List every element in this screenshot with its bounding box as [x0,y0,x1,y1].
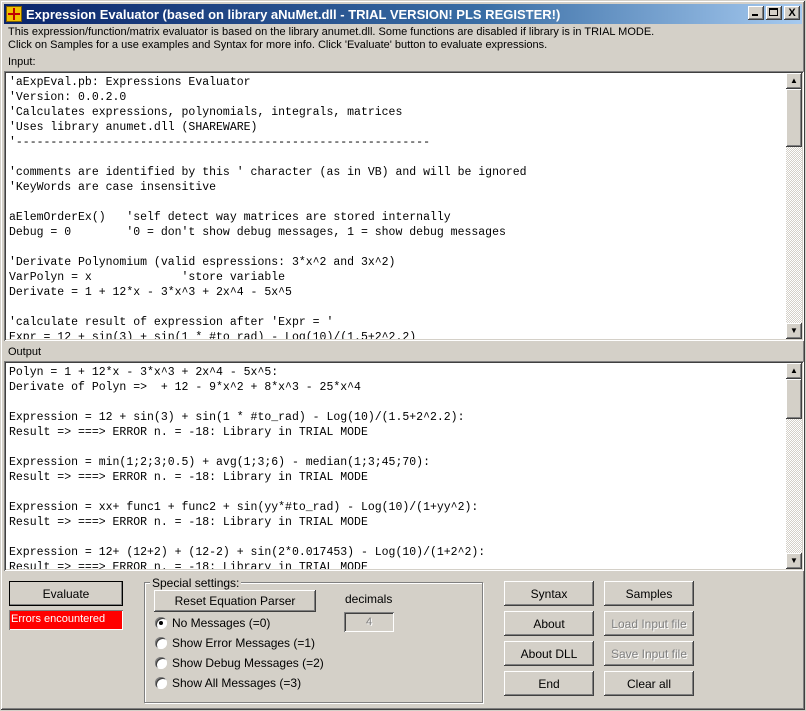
text-line: VarPolyn = x 'store variable [9,271,286,284]
text-line: Derivate of Polyn => + 12 - 9*x^2 + 8*x^… [9,381,361,394]
text-line: 'Version: 0.0.2.0 [9,91,127,104]
clear-all-button[interactable]: Clear all [604,671,694,696]
radio-icon[interactable] [155,677,167,689]
text-line: Result => ===> ERROR n. = -18: Library i… [9,426,368,439]
text-line [9,530,784,545]
text-line [9,300,784,315]
output-textarea[interactable]: Polyn = 1 + 12*x - 3*x^3 + 2x^4 - 5x^5: D… [4,361,804,571]
scroll-up-arrow-icon[interactable]: ▲ [786,73,802,89]
maximize-icon [769,8,778,16]
info-text: This expression/function/matrix evaluato… [8,26,654,52]
title-buttons: X [746,6,800,20]
text-line: Expression = min(1;2;3;0.5) + avg(1;3;6)… [9,456,430,469]
evaluate-button[interactable]: Evaluate [9,581,123,606]
radio-all-messages[interactable]: Show All Messages (=3) [155,676,301,690]
scroll-down-arrow-icon[interactable]: ▼ [786,323,802,339]
status-badge: Errors encountered [9,610,123,630]
text-line: Expression = 12 + sin(3) + sin(1 * #to_r… [9,411,465,424]
text-line: Result => ===> ERROR n. = -18: Library i… [9,561,368,569]
input-scrollbar[interactable]: ▲ ▼ [786,73,802,339]
syntax-button[interactable]: Syntax [504,581,594,606]
text-line: 'comments are identified by this ' chara… [9,166,527,179]
radio-label: No Messages (=0) [172,616,271,630]
input-text-content[interactable]: 'aExpEval.pb: Expressions Evaluator 'Vers… [9,75,784,339]
radio-label: Show All Messages (=3) [172,676,302,690]
radio-debug-messages[interactable]: Show Debug Messages (=2) [155,656,324,670]
info-line-2: Click on Samples for a use examples and … [8,39,548,51]
text-line: '---------------------------------------… [9,136,430,149]
title-bar[interactable]: Expression Evaluator (based on library a… [4,4,802,24]
text-line: Result => ===> ERROR n. = -18: Library i… [9,471,368,484]
input-label: Input: [8,56,36,68]
text-line: Expression = xx+ func1 + func2 + sin(yy*… [9,501,479,514]
close-icon: X [788,7,796,19]
text-line: aElemOrderEx() 'self detect way matrices… [9,211,451,224]
text-line: Result => ===> ERROR n. = -18: Library i… [9,516,368,529]
text-line: Debug = 0 '0 = don't show debug messages… [9,226,506,239]
maximize-button[interactable] [766,6,782,20]
text-line: 'calculate result of expression after 'E… [9,316,334,329]
scroll-up-arrow-icon[interactable]: ▲ [786,363,802,379]
about-dll-button[interactable]: About DLL [504,641,594,666]
radio-icon[interactable] [155,617,167,629]
text-line [9,440,784,455]
info-line-1: This expression/function/matrix evaluato… [8,26,655,38]
radio-error-messages[interactable]: Show Error Messages (=1) [155,636,315,650]
app-calculator-icon [6,6,22,22]
text-line [9,150,784,165]
text-line: Expression = 12+ (12+2) + (12-2) + sin(2… [9,546,486,559]
text-line [9,485,784,500]
input-scroll-thumb[interactable] [786,89,802,147]
text-line [9,395,784,410]
reset-parser-button[interactable]: Reset Equation Parser [154,590,316,612]
minimize-icon [752,14,758,16]
close-button[interactable]: X [784,6,800,20]
radio-no-messages[interactable]: No Messages (=0) [155,616,270,630]
text-line: 'aExpEval.pb: Expressions Evaluator [9,76,251,89]
minimize-button[interactable] [748,6,764,20]
output-scroll-thumb[interactable] [786,379,802,419]
radio-label: Show Error Messages (=1) [172,636,316,650]
end-button[interactable]: End [504,671,594,696]
text-line: Polyn = 1 + 12*x - 3*x^3 + 2x^4 - 5x^5: [9,366,279,379]
text-line: Expr = 12 + sin(3) + sin(1 * #to_rad) - … [9,331,417,339]
text-line: 'Derivate Polynomium (valid espressions:… [9,256,396,269]
text-line: Derivate = 1 + 12*x - 3*x^3 + 2x^4 - 5x^… [9,286,292,299]
text-line: 'Calculates expressions, polynomials, in… [9,106,403,119]
save-input-button[interactable]: Save Input file [604,641,694,666]
input-textarea[interactable]: 'aExpEval.pb: Expressions Evaluator 'Vers… [4,71,804,341]
output-text-content[interactable]: Polyn = 1 + 12*x - 3*x^3 + 2x^4 - 5x^5: D… [9,365,784,569]
output-label: Output [8,346,42,358]
special-settings-title: Special settings: [150,576,242,590]
radio-icon[interactable] [155,657,167,669]
window-title: Expression Evaluator (based on library a… [26,6,561,22]
text-line [9,195,784,210]
radio-label: Show Debug Messages (=2) [172,656,324,670]
decimals-label: decimals [345,592,393,606]
text-line: 'KeyWords are case insensitive [9,181,217,194]
scroll-down-arrow-icon[interactable]: ▼ [786,553,802,569]
app-window: Expression Evaluator (based on library a… [0,0,806,711]
output-scrollbar[interactable]: ▲ ▼ [786,363,802,569]
radio-icon[interactable] [155,637,167,649]
about-button[interactable]: About [504,611,594,636]
decimals-field[interactable]: 4 [344,612,394,632]
text-line: 'Uses library anumet.dll (SHAREWARE) [9,121,258,134]
load-input-button[interactable]: Load Input file [604,611,694,636]
samples-button[interactable]: Samples [604,581,694,606]
text-line [9,240,784,255]
